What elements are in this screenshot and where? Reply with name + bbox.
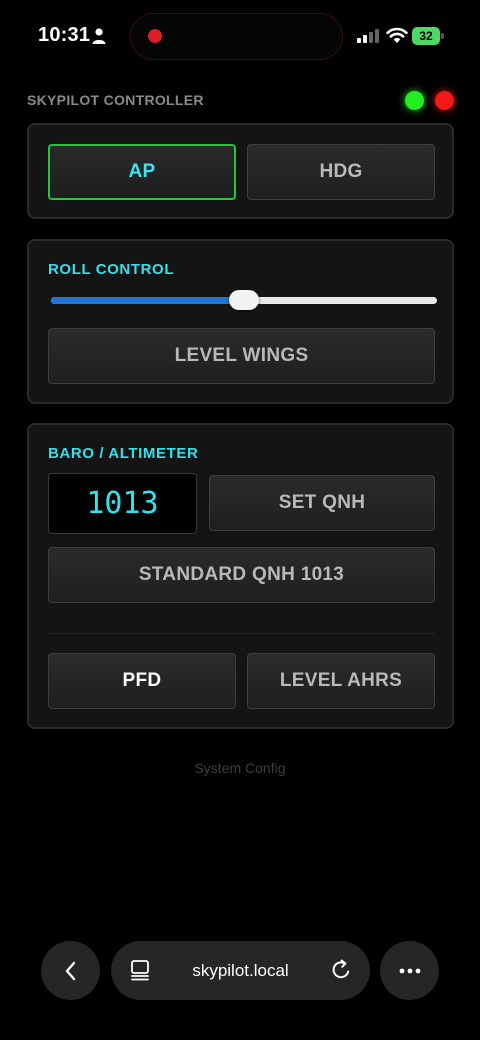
recording-indicator-icon [148,29,162,43]
reload-icon[interactable] [329,958,353,982]
status-led-red [435,91,454,110]
address-bar[interactable]: skypilot.local [111,941,370,1000]
battery-level: 32 [412,27,440,45]
app-title: SKYPILOT CONTROLLER [27,92,204,108]
pfd-button[interactable]: PFD [48,653,236,709]
more-options-button[interactable] [380,941,439,1000]
status-time: 10:31 [38,24,91,46]
hdg-button[interactable]: HDG [247,144,435,200]
status-led-green [405,91,424,110]
system-config-link[interactable]: System Config [0,760,480,776]
qnh-value-display[interactable]: 1013 [48,473,197,534]
level-wings-button[interactable]: LEVEL WINGS [48,328,435,384]
roll-control-title: ROLL CONTROL [48,261,175,278]
panel-divider [49,633,435,634]
mode-panel: AP HDG [27,123,454,219]
back-button[interactable] [41,941,100,1000]
person-icon [92,28,106,44]
cellular-signal-icon [357,29,379,43]
level-ahrs-button[interactable]: LEVEL AHRS [247,653,435,709]
roll-slider-fill [51,297,244,304]
wifi-icon [386,27,408,43]
set-qnh-button[interactable]: SET QNH [209,475,435,531]
ap-button[interactable]: AP [48,144,236,200]
dynamic-island [130,13,343,60]
roll-control-panel: ROLL CONTROL LEVEL WINGS [27,239,454,404]
baro-altimeter-panel: BARO / ALTIMETER 1013 SET QNH STANDARD Q… [27,423,454,729]
roll-slider[interactable] [51,290,437,310]
chevron-left-icon [65,961,75,980]
standard-qnh-button[interactable]: STANDARD QNH 1013 [48,547,435,603]
ellipsis-icon [399,968,420,973]
roll-slider-thumb[interactable] [229,290,259,310]
battery-icon: 32 [412,27,444,45]
baro-altimeter-title: BARO / ALTIMETER [48,445,199,462]
